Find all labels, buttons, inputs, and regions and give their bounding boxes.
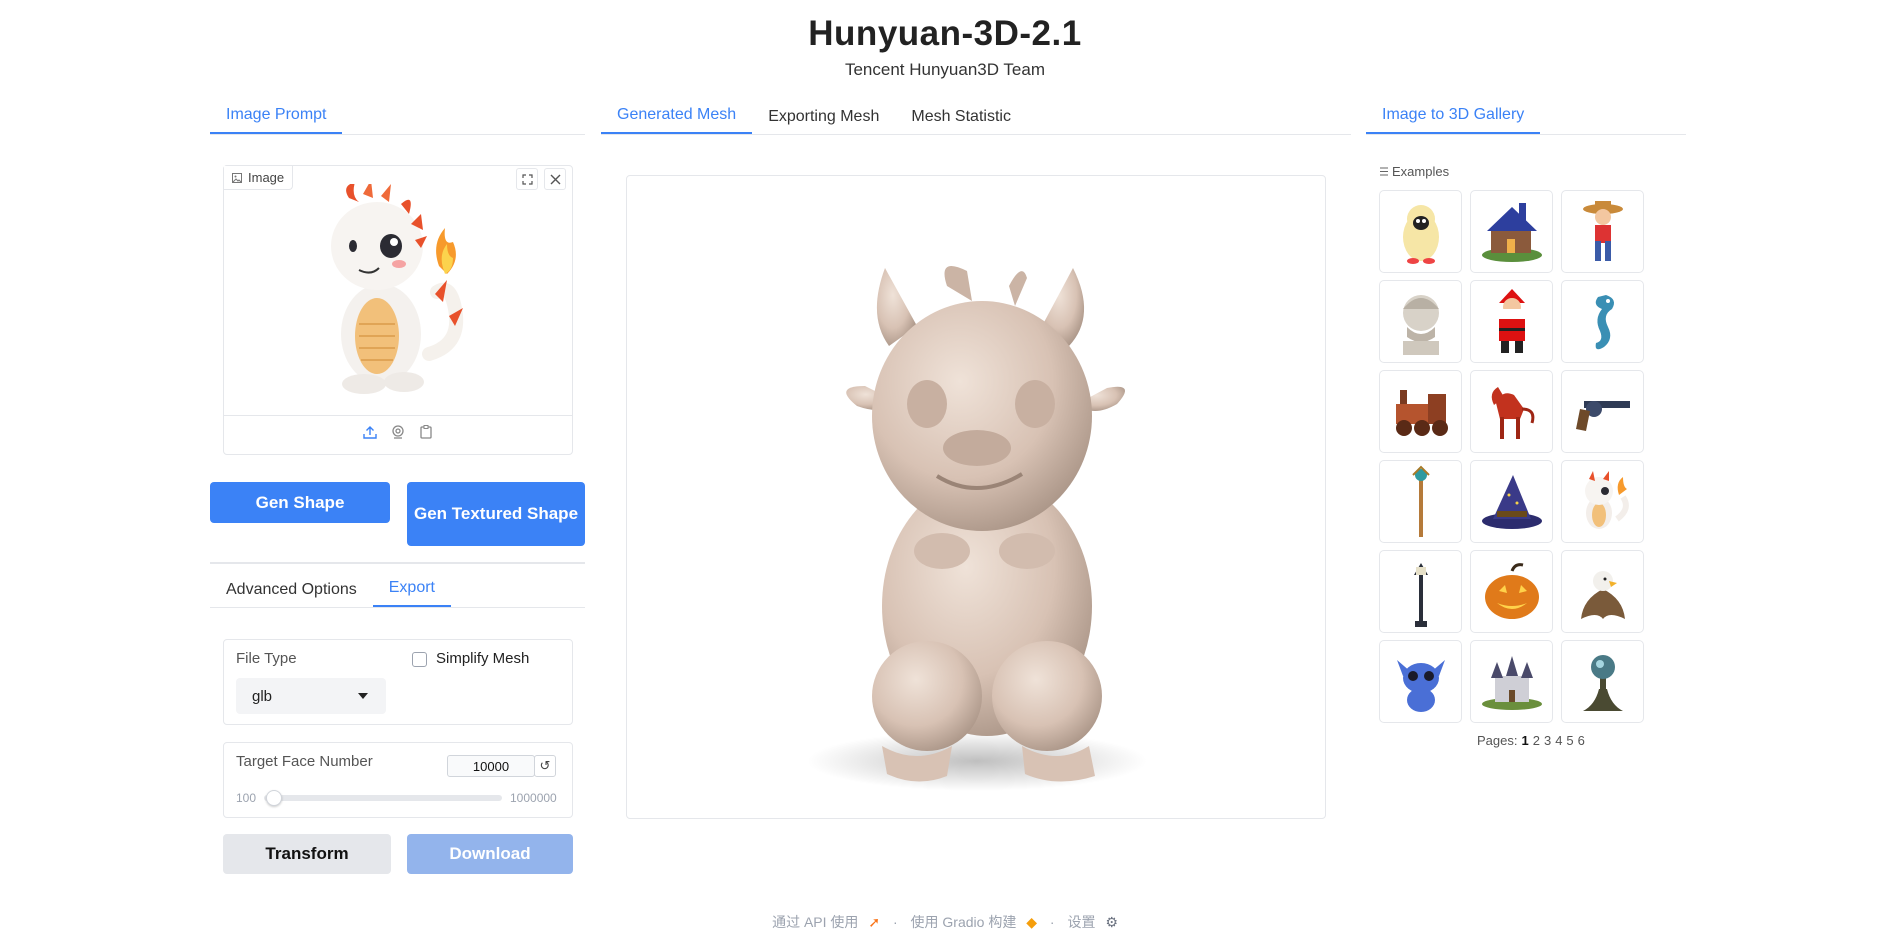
slider-min-label: 100	[236, 791, 257, 805]
uploaded-dragon-image	[331, 184, 464, 394]
footer-dot-2: ·	[1049, 914, 1055, 930]
pages-label: Pages:	[1477, 733, 1518, 748]
fullscreen-icon[interactable]	[516, 168, 538, 190]
example-baby-dragon[interactable]	[1561, 460, 1644, 543]
tab-mesh-statistic[interactable]: Mesh Statistic	[895, 108, 1027, 134]
slider-handle[interactable]	[266, 790, 283, 806]
example-eagle[interactable]	[1561, 550, 1644, 633]
example-red-horse[interactable]	[1470, 370, 1553, 453]
page-1-link[interactable]: 1	[1521, 733, 1528, 748]
example-santa[interactable]	[1470, 280, 1553, 363]
file-type-select[interactable]: glb	[236, 678, 386, 714]
page-3-link[interactable]: 3	[1544, 733, 1551, 748]
page-5-link[interactable]: 5	[1566, 733, 1573, 748]
transform-button[interactable]: Transform	[223, 834, 391, 874]
example-street-lamp[interactable]	[1379, 550, 1462, 633]
example-stone-bust[interactable]	[1379, 280, 1462, 363]
tab-exporting-mesh[interactable]: Exporting Mesh	[752, 108, 895, 134]
webcam-icon[interactable]	[390, 424, 406, 440]
gallery-tabbar: Image to 3D Gallery	[1366, 99, 1686, 135]
example-crystal-tree[interactable]	[1561, 640, 1644, 723]
settings-link[interactable]: 设置 ⚙	[1064, 914, 1120, 930]
target-face-slider[interactable]	[264, 795, 502, 801]
example-penguin-costume[interactable]	[1379, 190, 1462, 273]
tab-image-prompt[interactable]: Image Prompt	[210, 106, 343, 134]
built-with-gradio-link[interactable]: 使用 Gradio 构建 ◆	[908, 914, 1040, 930]
gen-textured-shape-button[interactable]: Gen Textured Shape	[407, 482, 585, 546]
example-revolver[interactable]	[1561, 370, 1644, 453]
example-blue-house[interactable]	[1470, 190, 1553, 273]
image-source-toolbar	[224, 424, 572, 440]
example-magic-staff[interactable]	[1379, 460, 1462, 543]
rocket-icon: ➚	[868, 914, 881, 930]
slider-max-label: 1000000	[510, 791, 557, 805]
output-tabbar: Generated Mesh Exporting Mesh Mesh Stati…	[601, 99, 1351, 135]
simplify-mesh-label: Simplify Mesh	[436, 650, 530, 667]
image-icon	[232, 172, 242, 183]
examples-label: Examples	[1392, 164, 1450, 179]
list-icon	[1380, 167, 1388, 176]
target-face-label: Target Face Number	[236, 753, 373, 770]
chevron-down-icon	[358, 693, 368, 699]
file-type-panel: File Type glb Simplify Mesh	[223, 639, 573, 725]
example-pirate-boy[interactable]	[1561, 190, 1644, 273]
image-input[interactable]: Image	[223, 165, 573, 455]
example-steam-engine[interactable]	[1379, 370, 1462, 453]
settings-text: 设置	[1067, 914, 1096, 930]
file-type-value: glb	[252, 687, 273, 705]
download-button[interactable]: Download	[407, 834, 573, 874]
reset-icon[interactable]: ↺	[534, 755, 556, 777]
page-4-link[interactable]: 4	[1555, 733, 1562, 748]
app-header: Hunyuan-3D-2.1 Tencent Hunyuan3D Team	[0, 14, 1890, 80]
section-divider	[210, 562, 585, 564]
page-2-link[interactable]: 2	[1533, 733, 1540, 748]
clipboard-icon[interactable]	[418, 424, 434, 440]
image-toolbar-divider	[224, 415, 572, 416]
example-jack-o-lantern[interactable]	[1470, 550, 1553, 633]
image-label-text: Image	[248, 170, 285, 185]
page-subtitle: Tencent Hunyuan3D Team	[844, 60, 1046, 79]
page-title: Hunyuan-3D-2.1	[808, 14, 1082, 53]
input-tabbar: Image Prompt	[210, 99, 585, 135]
tab-export[interactable]: Export	[372, 579, 451, 607]
mesh-viewer[interactable]	[626, 175, 1326, 819]
simplify-mesh-checkbox[interactable]	[412, 652, 427, 667]
example-stitch[interactable]	[1379, 640, 1462, 723]
examples-grid	[1379, 190, 1644, 723]
use-via-api-text: 通过 API 使用	[772, 914, 859, 930]
page-6-link[interactable]: 6	[1578, 733, 1585, 748]
close-icon[interactable]	[544, 168, 566, 190]
footer-dot-1: ·	[892, 914, 898, 930]
example-wizard-hat[interactable]	[1470, 460, 1553, 543]
gen-shape-button[interactable]: Gen Shape	[210, 482, 390, 523]
image-label: Image	[224, 166, 294, 190]
example-castle[interactable]	[1470, 640, 1553, 723]
tab-generated-mesh[interactable]: Generated Mesh	[601, 106, 753, 134]
options-tabbar: Advanced Options Export	[210, 572, 585, 608]
tab-advanced-options[interactable]: Advanced Options	[210, 581, 373, 607]
gallery-pagination: Pages: 1 2 3 4 5 6	[1477, 733, 1585, 748]
file-type-label: File Type	[236, 650, 297, 667]
examples-header: Examples	[1380, 164, 1449, 179]
gradio-logo-icon: ◆	[1026, 914, 1037, 930]
footer: 通过 API 使用 ➚ · 使用 Gradio 构建 ◆ · 设置 ⚙	[0, 912, 1890, 932]
built-with-gradio-text: 使用 Gradio 构建	[910, 914, 1017, 930]
target-face-input[interactable]: 10000	[447, 755, 535, 777]
target-face-panel: Target Face Number 10000 ↺ 100 1000000	[223, 742, 573, 818]
dragon-mesh-render	[807, 266, 1147, 791]
upload-icon[interactable]	[362, 424, 378, 440]
gear-icon: ⚙	[1105, 914, 1118, 930]
tab-image-to-3d-gallery[interactable]: Image to 3D Gallery	[1366, 106, 1541, 134]
example-seahorse[interactable]	[1561, 280, 1644, 363]
use-via-api-link[interactable]: 通过 API 使用 ➚	[769, 914, 883, 930]
